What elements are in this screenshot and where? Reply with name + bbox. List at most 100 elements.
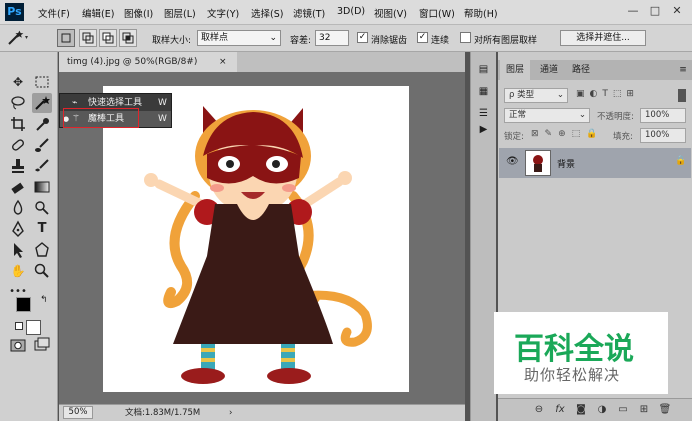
watermark-subtitle: 助你轻松解决 [524,366,621,384]
fill-input[interactable]: 100% [640,128,686,143]
lock-icons[interactable]: ⊠✎⊕⬚🔒 [531,129,603,139]
dodge-icon[interactable] [32,198,52,218]
contiguous-checkbox[interactable]: ✓ [417,32,428,43]
close-window-button[interactable]: ✕ [668,3,686,19]
history-panel-icon[interactable]: ▤ [475,64,492,79]
play-actions-icon[interactable]: ▶ [475,124,492,139]
layer-row[interactable]: 👁 背景 🔒 [499,148,691,178]
fill-label: 填充: [613,132,633,142]
pen-icon[interactable] [8,219,28,239]
intersect-selection-button[interactable] [119,29,137,47]
sample-size-value: 取样点 [201,33,229,43]
select-and-mask-button[interactable]: 选择并遮住... [560,30,646,46]
swap-colors-icon[interactable]: ↰ [40,295,48,305]
zoom-level-field[interactable]: 50% [63,406,93,419]
tool-preset-picker[interactable] [5,29,31,47]
lock-label: 锁定: [504,132,524,142]
new-layer-icon[interactable]: ⊞ [637,403,651,417]
eye-icon[interactable]: 👁 [506,156,519,167]
crop-icon[interactable] [8,114,28,134]
shape-icon[interactable] [32,240,52,260]
document-tab[interactable]: timg (4).jpg @ 50%(RGB/8#) × [59,52,237,72]
menu-view[interactable]: 视图(V) [374,6,407,20]
menu-type[interactable]: 文字(Y) [207,6,239,20]
highlight-annotation-box [63,108,139,128]
maximize-button[interactable]: □ [646,3,664,19]
new-selection-button[interactable] [57,29,75,47]
layers-panel-footer: ⊖ fx ◙ ◑ ▭ ⊞ 🗑 [498,398,692,421]
menu-image[interactable]: 图像(I) [124,6,153,20]
magic-wand-icon[interactable] [32,93,52,113]
flyout-item-shortcut: W [158,114,167,124]
background-color-swatch[interactable] [26,320,41,335]
blur-icon[interactable] [8,198,28,218]
foreground-color-swatch[interactable] [16,297,31,312]
add-to-selection-button[interactable] [79,29,97,47]
clone-stamp-icon[interactable] [8,156,28,176]
lock-icon: 🔒 [675,156,687,166]
fx-icon[interactable]: fx [553,403,567,417]
menu-edit[interactable]: 编辑(E) [82,6,114,20]
tolerance-input[interactable]: 32 [315,30,349,46]
new-group-icon[interactable]: ▭ [616,403,630,417]
add-mask-icon[interactable]: ◙ [574,403,588,417]
antialias-checkbox[interactable]: ✓ [357,32,368,43]
link-layers-icon[interactable]: ⊖ [532,403,546,417]
menu-3d[interactable]: 3D(D) [337,6,365,17]
document-canvas[interactable] [103,86,409,392]
chevron-right-icon[interactable]: › [229,405,232,421]
quick-mask-icon[interactable] [8,335,28,355]
subtract-from-selection-button[interactable] [99,29,117,47]
properties-panel-icon[interactable]: ▦ [475,86,492,101]
document-info[interactable]: 文档:1.83M/1.75M [125,405,200,421]
menu-filter[interactable]: 滤镜(T) [293,6,325,20]
panel-menu-icon[interactable]: ≡ [676,60,690,80]
hand-icon[interactable]: ✋ [8,261,28,281]
tab-paths[interactable]: 路径 [566,60,596,80]
blend-mode-select[interactable]: 正常 ⌄ [504,108,590,123]
menu-file[interactable]: 文件(F) [38,6,70,20]
sample-size-label: 取样大小: [152,36,192,46]
menu-select[interactable]: 选择(S) [251,6,283,20]
gradient-icon[interactable] [32,177,52,197]
adjustments-panel-icon[interactable]: ☰ [475,108,492,123]
panel-tab-strip: 图层 通道 路径 ≡ [498,60,692,80]
screen-mode-icon[interactable] [32,335,52,355]
color-swatches[interactable] [14,297,41,335]
chevron-down-icon: ⌄ [269,33,277,43]
document-title: timg (4).jpg @ 50%(RGB/8#) [67,57,198,67]
sample-size-select[interactable]: 取样点 ⌄ [197,30,281,46]
eyedropper-icon[interactable] [32,114,52,134]
tab-channels[interactable]: 通道 [534,60,564,80]
options-bar: 取样大小: 取样点 ⌄ 容差: 32 ✓ 消除锯齿 ✓ 连续 对所有图层取样 选择… [0,25,692,52]
filter-type-icons[interactable]: ▣◐T⬚⊞ [576,89,639,99]
layer-filter-value: ρ 类型 [509,90,535,100]
status-bar: 50% 文档:1.83M/1.75M › [59,404,465,421]
menu-window[interactable]: 窗口(W) [419,6,455,20]
minimize-button[interactable]: — [624,3,642,19]
brush-icon[interactable] [32,135,52,155]
menu-layer[interactable]: 图层(L) [164,6,196,20]
opacity-input[interactable]: 100% [640,108,686,123]
all-layers-checkbox[interactable] [460,32,471,43]
path-select-icon[interactable] [8,240,28,260]
default-colors-icon[interactable] [15,322,23,330]
tab-layers[interactable]: 图层 [500,60,530,80]
move-icon[interactable]: ✥ [8,72,28,92]
filter-toggle-icon[interactable] [678,89,686,102]
layer-filter-select[interactable]: ρ 类型 ⌄ [504,88,568,103]
eraser-icon[interactable] [8,177,28,197]
lasso-icon[interactable] [8,93,28,113]
close-tab-icon[interactable]: × [219,52,227,72]
healing-brush-icon[interactable] [8,135,28,155]
marquee-icon[interactable] [32,72,52,92]
adjustment-layer-icon[interactable]: ◑ [595,403,609,417]
history-brush-icon[interactable] [32,156,52,176]
cat-girl-illustration [144,106,372,384]
type-icon[interactable]: T [32,219,52,239]
zoom-icon[interactable] [32,261,52,281]
layer-name: 背景 [557,160,576,170]
menu-bar: Ps 文件(F) 编辑(E) 图像(I) 图层(L) 文字(Y) 选择(S) 滤… [0,0,692,25]
menu-help[interactable]: 帮助(H) [464,6,498,20]
delete-layer-icon[interactable]: 🗑 [658,403,672,417]
